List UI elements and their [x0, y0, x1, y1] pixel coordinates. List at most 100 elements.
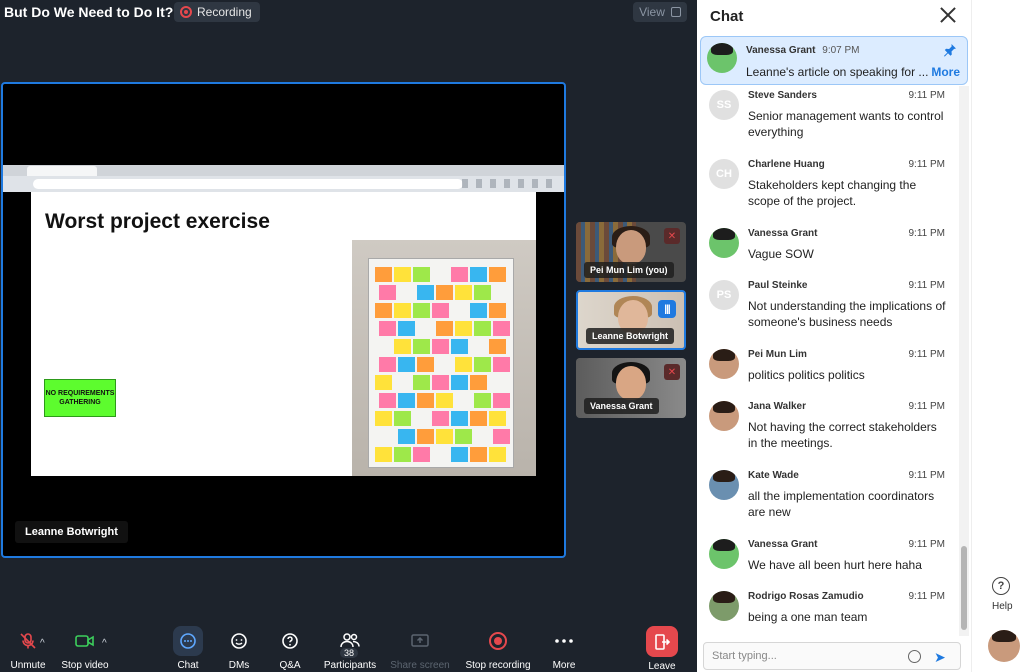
sticky-note-photo: [413, 339, 430, 354]
sticky-note-photo: [470, 303, 487, 318]
self-avatar[interactable]: [988, 630, 1020, 662]
sticky-note-photo: [398, 357, 415, 372]
sticky-note-photo: [413, 267, 430, 282]
participant-video: [616, 230, 646, 264]
pinned-sender: Vanessa Grant: [746, 45, 816, 56]
message-sender: Pei Mun Lim: [748, 349, 807, 360]
chat-input[interactable]: [712, 648, 892, 664]
chat-header: Chat: [697, 0, 971, 34]
stop-recording-button[interactable]: Stop recording: [463, 620, 533, 672]
audio-options-caret[interactable]: ^: [40, 638, 45, 649]
video-options-caret[interactable]: ^: [102, 638, 107, 649]
avatar: [709, 539, 739, 569]
message-text: Stakeholders kept changing the scope of …: [748, 178, 917, 208]
sticky-note-photo: [417, 285, 434, 300]
share-screen-button[interactable]: Share screen: [385, 620, 455, 672]
help-label[interactable]: Help: [992, 601, 1013, 612]
avatar: [709, 470, 739, 500]
dm-icon: [224, 626, 254, 656]
avatar: [709, 228, 739, 258]
sticky-note-photo: [455, 321, 472, 336]
sticky-note-photo: [375, 375, 392, 390]
more-button[interactable]: More: [529, 620, 599, 672]
sticky-note-photo: [493, 357, 510, 372]
sticky-note-photo: [451, 447, 468, 462]
message-text: all the implementation coordinators are …: [748, 489, 935, 519]
emoji-icon[interactable]: [908, 650, 921, 663]
participant-thumb-vanessa[interactable]: ✕ Vanessa Grant: [576, 358, 686, 418]
sticky-note-photo: [436, 393, 453, 408]
participant-thumb-self[interactable]: ✕ Pei Mun Lim (you): [576, 222, 686, 282]
sticky-note-photo: [436, 429, 453, 444]
sticky-note-photo: [451, 339, 468, 354]
message-time: 9:11 PM: [908, 591, 946, 602]
stop-video-button[interactable]: Stop video: [50, 620, 120, 672]
sticky-note-photo: [489, 411, 506, 426]
recording-badge[interactable]: Recording: [174, 2, 260, 22]
participants-count: 38: [340, 648, 359, 658]
sticky-note-photo: [398, 321, 415, 336]
sticky-note-photo: [375, 447, 392, 462]
pinned-more-link[interactable]: More: [931, 65, 960, 79]
sticky-note-photo: [394, 267, 411, 282]
camera-icon: [70, 626, 100, 656]
message-sender: Kate Wade: [748, 470, 799, 481]
sticky-note-photo: [470, 411, 487, 426]
chat-composer[interactable]: ➤: [703, 642, 961, 670]
main-video-tile[interactable]: Worst project exercise NO REQUIREMENTS G…: [1, 82, 566, 558]
close-icon[interactable]: [939, 6, 957, 24]
sticky-note-photo: [398, 429, 415, 444]
active-speaker-label: Leanne Botwright: [15, 521, 128, 543]
send-icon[interactable]: ➤: [934, 649, 950, 665]
avatar: [709, 591, 739, 621]
view-button[interactable]: View: [633, 2, 687, 22]
participants-button[interactable]: Participants: [315, 620, 385, 672]
message-sender: Steve Sanders: [748, 90, 817, 101]
sticky-note-photo: [455, 285, 472, 300]
message-text: We have all been hurt here haha: [748, 558, 922, 572]
sticky-note-photo: [451, 267, 468, 282]
chat-message-list[interactable]: SS Steve Sanders 9:11 PM Senior management …: [697, 86, 959, 636]
pinned-time: 9:07 PM: [822, 45, 860, 56]
more-dots-icon: [549, 626, 579, 656]
meeting-toolbar: Unmute ^ Stop video ^ Chat DMs Q&A Parti…: [0, 620, 697, 672]
sticky-note-photo: [375, 303, 392, 318]
avatar: [709, 401, 739, 431]
stop-recording-icon: [483, 626, 513, 656]
message-time: 9:11 PM: [908, 401, 946, 412]
scrollbar-thumb[interactable]: [961, 546, 967, 630]
sticky-note-photo: [398, 393, 415, 408]
pinned-message[interactable]: Vanessa Grant 9:07 PM Leanne's article o…: [700, 36, 968, 85]
pin-icon[interactable]: [943, 43, 957, 57]
sticky-note-photo: [493, 393, 510, 408]
sticky-note-photo: [436, 285, 453, 300]
sticky-note-photo: [413, 375, 430, 390]
meeting-title: But Do We Need to Do It?: [4, 4, 174, 20]
slide-title: Worst project exercise: [45, 210, 270, 233]
sticky-note-photo: [379, 285, 396, 300]
meeting-app: But Do We Need to Do It? Recording View …: [0, 0, 1024, 672]
avatar: [707, 43, 737, 73]
browser-url-bar: [33, 179, 463, 189]
participant-thumb-leanne[interactable]: ||| Leanne Botwright: [576, 290, 686, 350]
leave-icon: [646, 626, 678, 657]
sticky-note-photo: [474, 285, 491, 300]
sticky-note-photo: [417, 393, 434, 408]
leave-button[interactable]: Leave: [627, 620, 697, 672]
shared-slide: Worst project exercise NO REQUIREMENTS G…: [31, 192, 536, 476]
participant-name: Pei Mun Lim (you): [584, 262, 674, 278]
chat-scrollbar[interactable]: [959, 86, 969, 636]
sticky-note-photo: [451, 411, 468, 426]
mic-muted-icon: ✕: [664, 228, 680, 244]
help-icon[interactable]: ?: [992, 577, 1010, 595]
chat-panel: Chat Vanessa Grant 9:07 PM Leanne's arti…: [697, 0, 971, 672]
participant-video: [616, 366, 646, 400]
sticky-note-photo: [493, 429, 510, 444]
sticky-note-photo: [432, 303, 449, 318]
message-sender: Vanessa Grant: [748, 539, 818, 550]
message-text: Senior management wants to control every…: [748, 109, 944, 139]
sticky-note-photo: [489, 339, 506, 354]
message-time: 9:11 PM: [908, 90, 946, 101]
speaking-icon: |||: [658, 300, 676, 318]
right-rail: ? Help: [971, 0, 1024, 672]
